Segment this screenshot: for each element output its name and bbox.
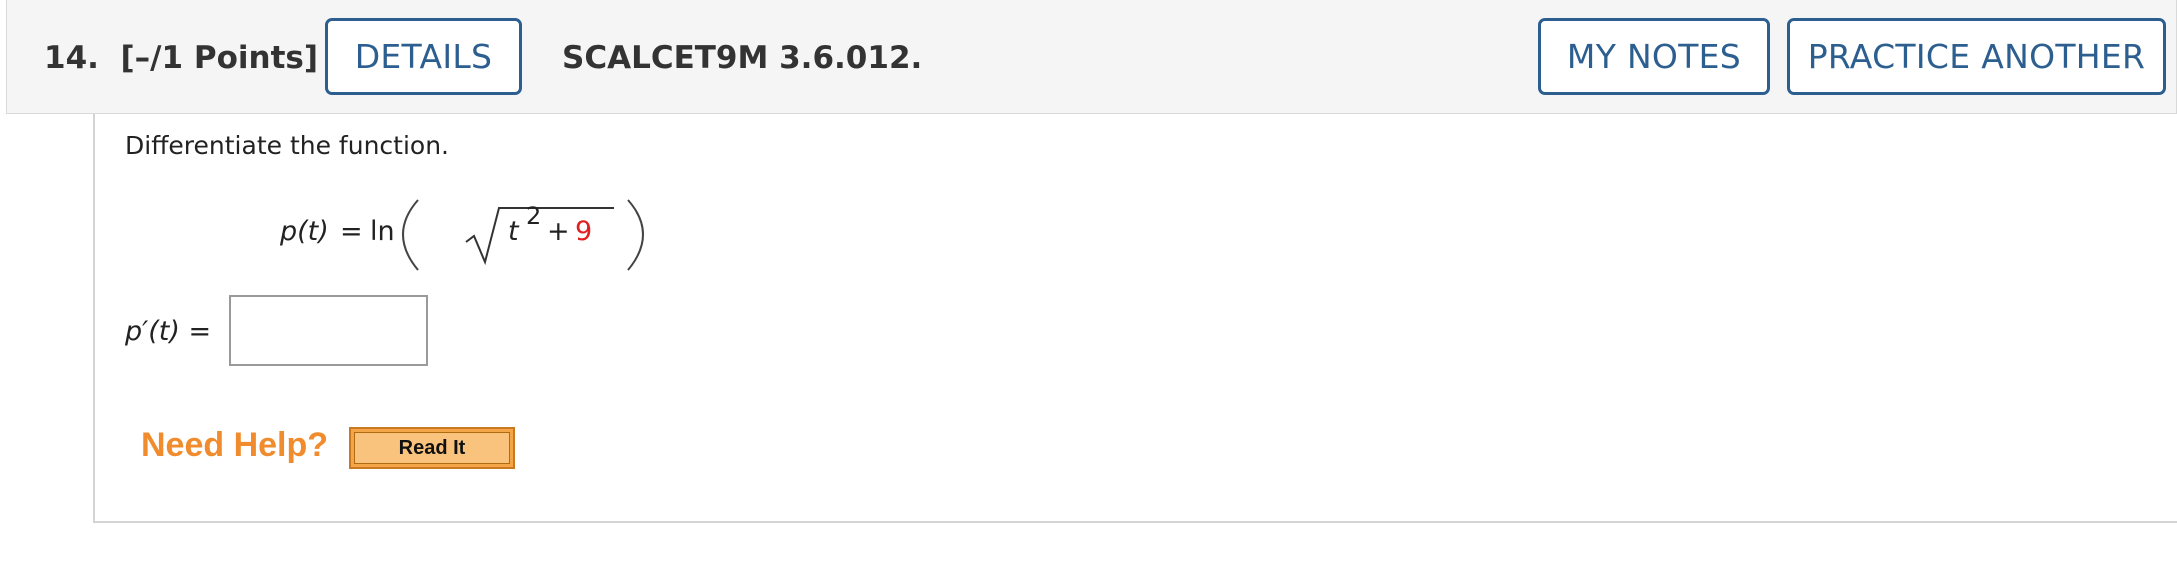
- question-code: SCALCET9M 3.6.012.: [562, 40, 923, 76]
- answer-input[interactable]: [229, 295, 428, 366]
- radicand-plus: +: [547, 216, 570, 247]
- question-number: 14.: [44, 40, 99, 76]
- instruction-text: Differentiate the function.: [125, 131, 449, 160]
- parentheses-radical-graphic: [402, 199, 644, 271]
- question-header: 14. [–/1 Points] DETAILS SCALCET9M 3.6.0…: [6, 0, 2177, 114]
- practice-another-button[interactable]: PRACTICE ANOTHER: [1787, 18, 2166, 95]
- function-expression: p(t) = ln t 2 + 9: [280, 194, 680, 279]
- derivative-notation: p′(t): [125, 316, 180, 347]
- read-it-button[interactable]: Read It: [349, 427, 515, 469]
- question-body: Differentiate the function. p(t) = ln t …: [93, 114, 2177, 523]
- radicand-exponent: 2: [526, 202, 542, 230]
- question-number-points: 14. [–/1 Points]: [44, 40, 318, 76]
- read-it-label: Read It: [354, 432, 510, 464]
- answer-equals: =: [188, 316, 212, 347]
- need-help-label: Need Help?: [141, 426, 329, 464]
- radicand-constant: 9: [575, 216, 593, 247]
- radicand-variable: t: [508, 216, 519, 247]
- details-button[interactable]: DETAILS: [325, 18, 522, 95]
- answer-label: p′(t) =: [125, 316, 211, 347]
- points-label: [–/1 Points]: [120, 40, 319, 76]
- my-notes-button[interactable]: MY NOTES: [1538, 18, 1770, 95]
